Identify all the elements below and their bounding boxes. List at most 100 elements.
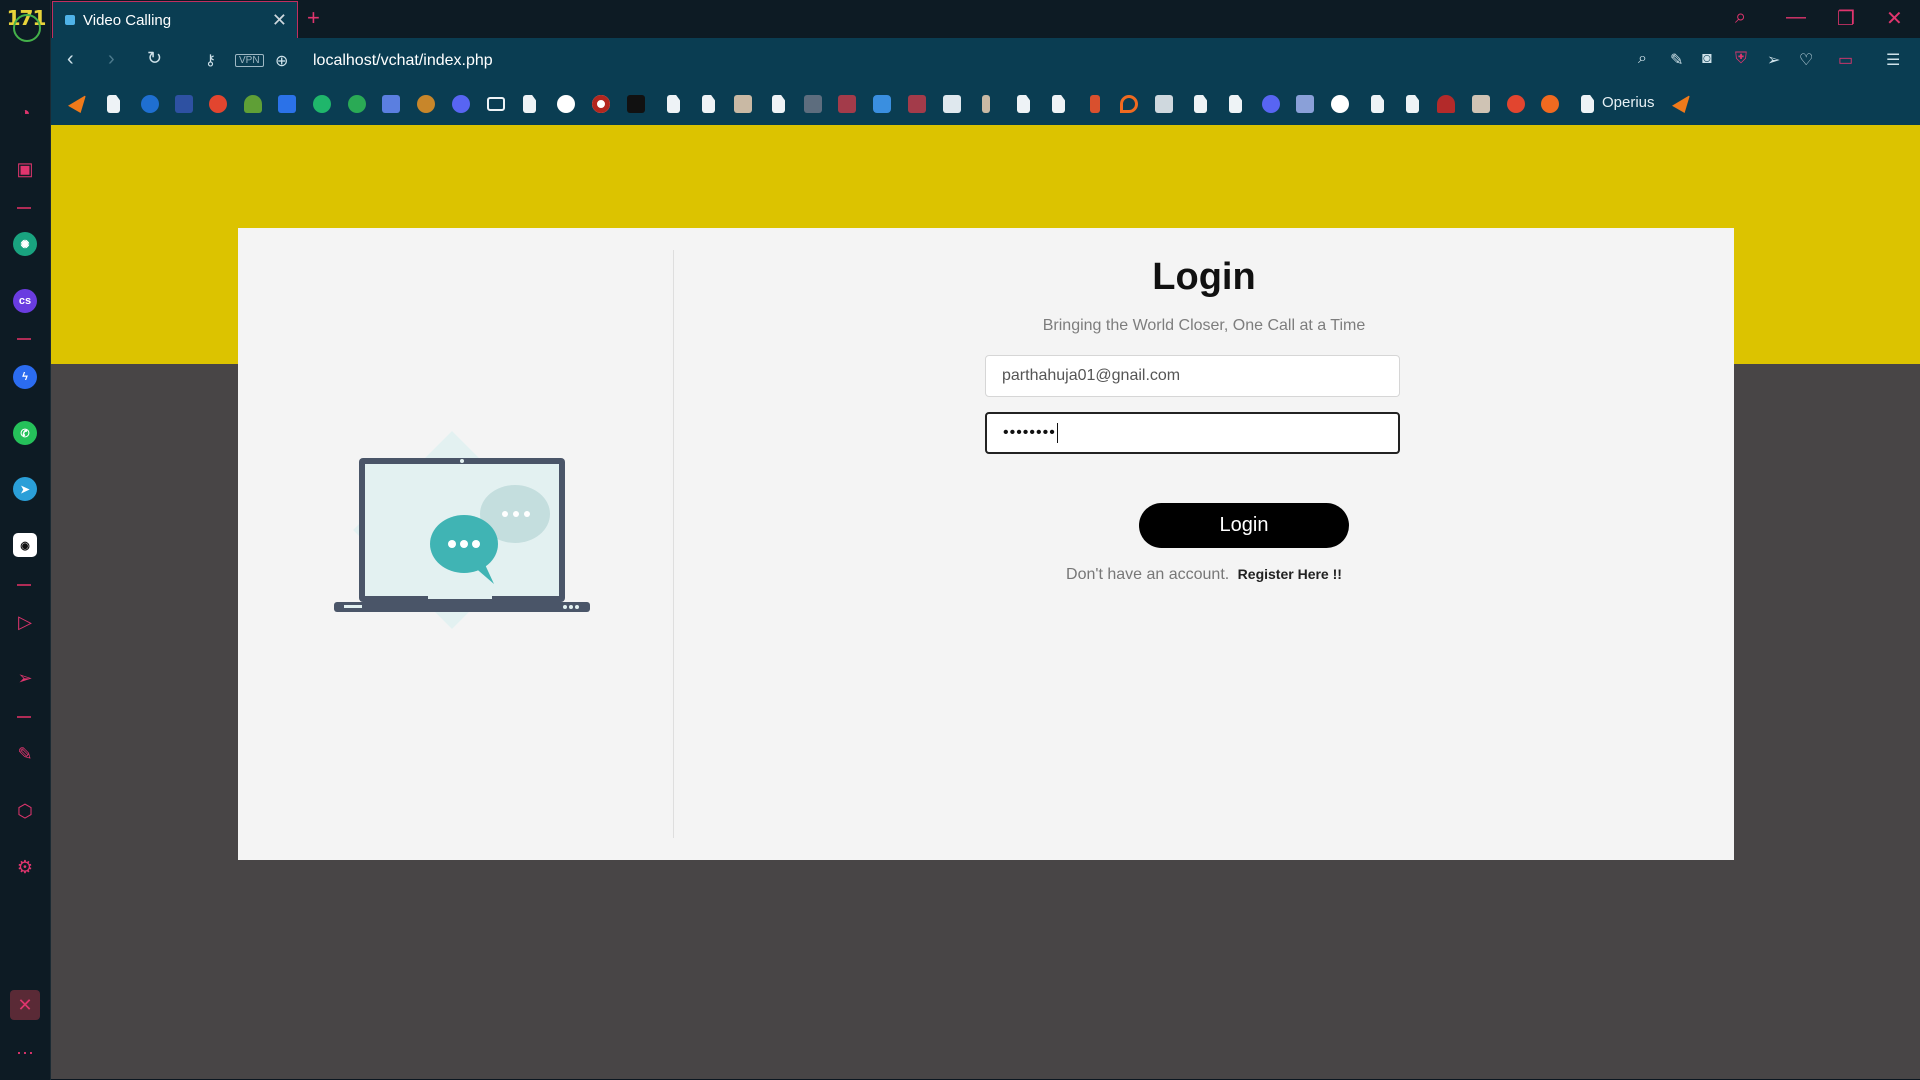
bookmark-page-icon[interactable] <box>1406 95 1419 113</box>
bookmark-icon[interactable] <box>1296 95 1314 113</box>
bookmarks-bar: Operius <box>51 85 1920 125</box>
close-window-icon[interactable]: ✕ <box>1886 6 1903 31</box>
bookmark-icon[interactable] <box>1155 95 1173 113</box>
bookmark-z-icon[interactable] <box>278 95 296 113</box>
reload-icon[interactable]: ↻ <box>147 48 162 69</box>
bookmark-icon[interactable] <box>141 95 159 113</box>
login-button[interactable]: Login <box>1139 503 1349 548</box>
back-icon[interactable]: ‹ <box>67 48 74 71</box>
box-icon[interactable]: ⬡ <box>9 795 41 827</box>
speed-dial-icon[interactable]: ◔ <box>9 97 41 129</box>
globe-icon[interactable]: ⊕ <box>275 51 288 71</box>
register-row: Don't have an account. Register Here !! <box>674 566 1734 584</box>
key-icon[interactable]: ⚷ <box>205 51 216 69</box>
bookmark-icon[interactable] <box>838 95 856 113</box>
send-icon[interactable]: ➢ <box>9 662 41 694</box>
send-icon[interactable]: ➢ <box>1767 50 1780 70</box>
search-icon[interactable]: ⌕ <box>1735 6 1746 29</box>
bookmark-github-icon[interactable] <box>1331 95 1349 113</box>
bookmark-search-icon[interactable] <box>382 95 400 113</box>
bookmark-page-icon[interactable] <box>107 95 120 113</box>
login-form: Login Bringing the World Closer, One Cal… <box>674 228 1734 860</box>
battery-icon[interactable]: ▭ <box>1838 50 1853 70</box>
whatsapp-icon[interactable]: ✆ <box>13 421 37 445</box>
bookmark-icon[interactable] <box>209 95 227 113</box>
bookmark-icon[interactable] <box>1120 95 1138 113</box>
bookmark-page-icon[interactable] <box>772 95 785 113</box>
notes-icon[interactable]: ✎ <box>9 738 41 770</box>
shield-icon[interactable]: ⛨ <box>1735 50 1747 68</box>
bookmark-page-icon[interactable] <box>1581 95 1594 113</box>
bookmark-folder-icon[interactable] <box>487 97 505 111</box>
bookmark-page-icon[interactable] <box>1229 95 1242 113</box>
bookmark-icon[interactable] <box>1090 95 1100 113</box>
tab-favicon-icon <box>65 15 75 25</box>
zoom-search-icon[interactable]: ⌕ <box>1638 50 1647 68</box>
easy-setup-icon[interactable]: ☰ <box>1886 50 1900 70</box>
restore-icon[interactable]: ❐ <box>1837 6 1855 31</box>
bookmark-grammarly-icon[interactable] <box>313 95 331 113</box>
email-field[interactable]: parthahuja01@gnail.com <box>985 355 1400 397</box>
camera-icon[interactable]: ◙ <box>1702 50 1712 68</box>
register-link[interactable]: Register Here !! <box>1238 566 1342 582</box>
minimize-icon[interactable]: — <box>1786 6 1806 29</box>
discord-icon[interactable]: ◉ <box>13 533 37 557</box>
sidebar-separator <box>17 584 31 586</box>
bookmark-icon[interactable] <box>592 95 610 113</box>
bookmark-icon[interactable] <box>908 95 926 113</box>
pinned-app-icon[interactable]: ✕ <box>10 990 40 1020</box>
tab-close-icon[interactable]: ✕ <box>272 10 287 31</box>
bookmark-mal-icon[interactable] <box>175 95 193 113</box>
bookmark-page-icon[interactable] <box>1371 95 1384 113</box>
password-field[interactable]: •••••••• <box>985 412 1400 454</box>
telegram-icon[interactable]: ➤ <box>13 477 37 501</box>
bag-icon[interactable]: ▣ <box>9 153 41 185</box>
bookmark-icon[interactable] <box>804 95 822 113</box>
bookmark-icon[interactable] <box>627 95 645 113</box>
bookmark-discord-icon[interactable] <box>1262 95 1280 113</box>
cs-icon[interactable]: cs <box>13 289 37 313</box>
bookmark-page-icon[interactable] <box>702 95 715 113</box>
bookmark-icon[interactable] <box>943 95 961 113</box>
bookmark-page-icon[interactable] <box>667 95 680 113</box>
tab-video-calling[interactable]: Video Calling ✕ <box>52 1 298 38</box>
bookmark-icon[interactable] <box>982 95 990 113</box>
chatgpt-icon[interactable]: ✺ <box>13 232 37 256</box>
bookmark-icon[interactable] <box>348 95 366 113</box>
browser-logo: 171 <box>5 6 47 42</box>
new-tab-button[interactable]: + <box>307 5 320 31</box>
bookmark-page-icon[interactable] <box>523 95 536 113</box>
bookmark-icon[interactable] <box>873 95 891 113</box>
forward-icon[interactable]: › <box>108 48 115 71</box>
edit-icon[interactable]: ✎ <box>1670 50 1683 70</box>
password-value: •••••••• <box>1003 424 1056 441</box>
bookmark-icon[interactable] <box>1672 95 1690 113</box>
bookmark-operius[interactable]: Operius <box>1602 94 1655 111</box>
url-field[interactable]: localhost/vchat/index.php <box>313 52 493 70</box>
messenger-icon[interactable]: ϟ <box>13 365 37 389</box>
sidebar-separator <box>17 207 31 209</box>
login-tagline: Bringing the World Closer, One Call at a… <box>1042 317 1366 334</box>
bookmark-icon[interactable] <box>1541 95 1559 113</box>
settings-icon[interactable]: ⚙ <box>9 851 41 883</box>
sidebar-separator <box>17 716 31 718</box>
tab-bar: Video Calling ✕ + ⌕ — ❐ ✕ <box>51 0 1920 38</box>
bookmark-discord-icon[interactable] <box>452 95 470 113</box>
bookmark-icon[interactable] <box>68 95 86 113</box>
bookmark-icon[interactable] <box>1437 95 1455 113</box>
bookmark-codepen-icon[interactable] <box>557 95 575 113</box>
bookmark-icon[interactable] <box>244 95 262 113</box>
heart-icon[interactable]: ♡ <box>1799 50 1813 70</box>
bookmark-page-icon[interactable] <box>1052 95 1065 113</box>
bookmark-page-icon[interactable] <box>1017 95 1030 113</box>
more-icon[interactable]: ⋯ <box>9 1037 41 1069</box>
bookmark-icon[interactable] <box>1472 95 1490 113</box>
bookmark-icon[interactable] <box>417 95 435 113</box>
vpn-badge[interactable]: VPN <box>235 54 264 67</box>
player-icon[interactable]: ▷ <box>9 606 41 638</box>
bookmark-page-icon[interactable] <box>1194 95 1207 113</box>
bookmark-icon[interactable] <box>734 95 752 113</box>
sidebar-separator <box>17 338 31 340</box>
tab-title: Video Calling <box>83 11 172 29</box>
bookmark-icon[interactable] <box>1507 95 1525 113</box>
